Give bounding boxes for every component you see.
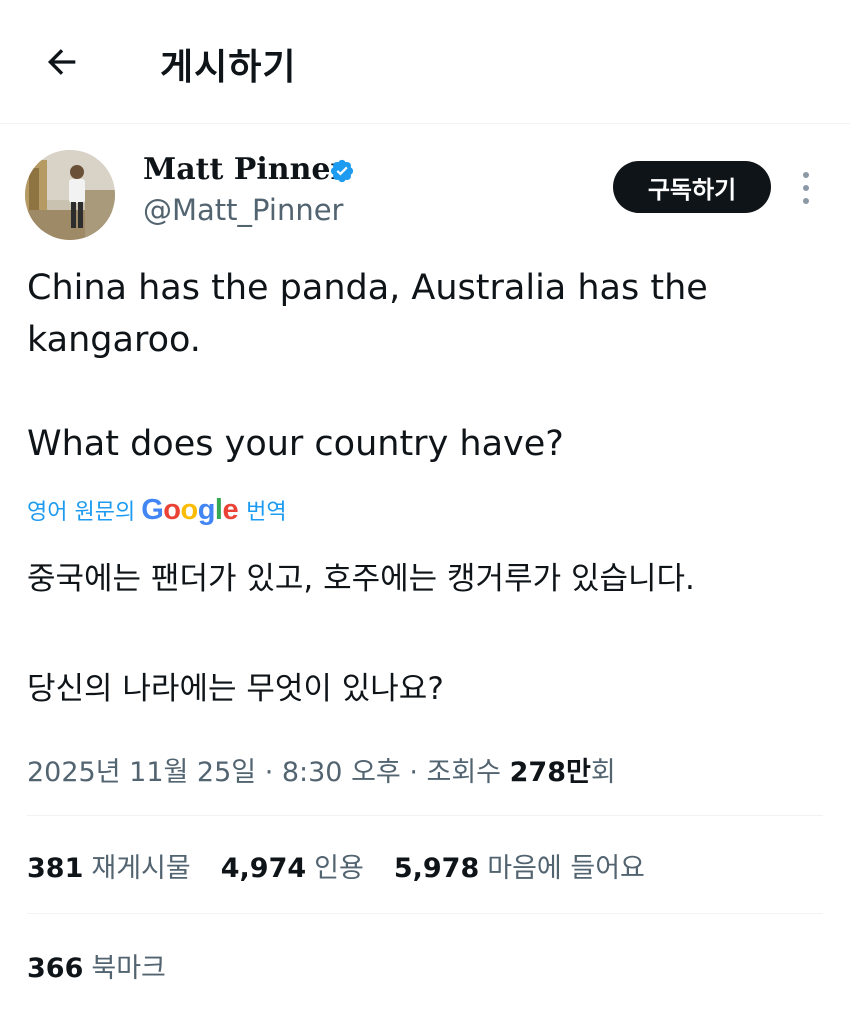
translation-action: 번역 bbox=[246, 500, 287, 525]
divider bbox=[27, 815, 823, 816]
reposts-count: 381 bbox=[27, 853, 84, 884]
tweet-meta: 2025년 11월 25일 · 8:30 오후 · 조회수 278만회 bbox=[27, 750, 616, 789]
bookmarks-stat[interactable]: 366 북마크 bbox=[27, 946, 166, 985]
translated-text: 중국에는 팬더가 있고, 호주에는 캥거루가 있습니다. 당신의 나라에는 무엇… bbox=[27, 552, 827, 717]
quotes-label: 인용 bbox=[314, 853, 364, 884]
tweet-text: China has the panda, Australia has the k… bbox=[27, 262, 817, 470]
likes-stat[interactable]: 5,978 마음에 들어요 bbox=[394, 846, 645, 885]
more-vertical-icon bbox=[803, 172, 809, 178]
subscribe-button[interactable]: 구독하기 bbox=[613, 161, 771, 213]
likes-label: 마음에 들어요 bbox=[487, 853, 645, 884]
top-bar: 게시하기 bbox=[0, 0, 850, 124]
bookmarks-label: 북마크 bbox=[91, 953, 166, 984]
timestamp[interactable]: 2025년 11월 25일 · 8:30 오후 · 조회수 bbox=[27, 757, 501, 788]
tweet-line-2: What does your country have? bbox=[27, 424, 564, 464]
divider bbox=[27, 913, 823, 914]
views-suffix: 회 bbox=[590, 757, 616, 788]
back-button[interactable] bbox=[40, 40, 84, 84]
page-title: 게시하기 bbox=[160, 47, 297, 88]
avatar[interactable] bbox=[25, 150, 115, 240]
bookmarks-count: 366 bbox=[27, 953, 84, 984]
translated-line-2: 당신의 나라에는 무엇이 있나요? bbox=[27, 671, 444, 707]
more-options-button[interactable] bbox=[790, 168, 822, 208]
reposts-stat[interactable]: 381 재게시물 bbox=[27, 846, 191, 885]
quotes-stat[interactable]: 4,974 인용 bbox=[221, 846, 364, 885]
author-handle[interactable]: @Matt_Pinner bbox=[143, 193, 343, 227]
arrow-left-icon bbox=[47, 49, 76, 75]
views-count: 278만 bbox=[509, 757, 591, 788]
likes-count: 5,978 bbox=[393, 853, 480, 884]
reposts-label: 재게시물 bbox=[91, 853, 191, 884]
translation-attribution[interactable]: 영어 원문의 Google 번역 bbox=[27, 492, 287, 528]
tweet-line-1: China has the panda, Australia has the k… bbox=[27, 268, 708, 360]
translation-label: 영어 원문의 bbox=[27, 500, 136, 525]
verified-badge-icon bbox=[330, 159, 354, 183]
translated-line-1: 중국에는 팬더가 있고, 호주에는 캥거루가 있습니다. bbox=[27, 561, 695, 597]
google-logo: Google bbox=[141, 493, 239, 526]
quotes-count: 4,974 bbox=[220, 853, 307, 884]
author-display-name[interactable]: Matt Pinner bbox=[143, 152, 346, 187]
engagement-stats: 381 재게시물 4,974 인용 5,978 마음에 들어요 bbox=[27, 846, 675, 885]
